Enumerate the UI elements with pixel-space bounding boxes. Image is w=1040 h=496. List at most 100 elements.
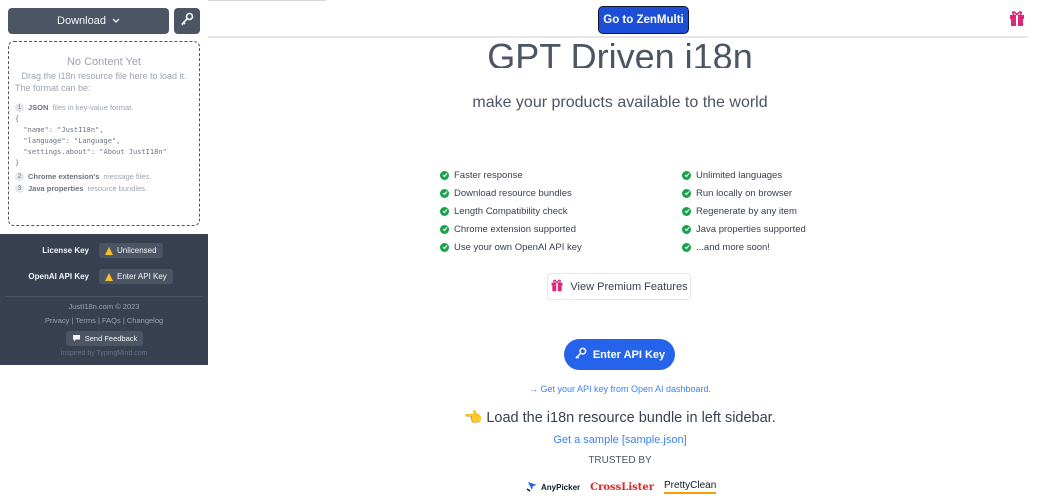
privacy-link[interactable]: Privacy xyxy=(45,316,70,325)
sidebar-settings-panel: License Key Unlicensed OpenAI API Key En… xyxy=(0,234,208,365)
top-border-line xyxy=(208,0,326,1)
copyright: JustI18n.com © 2023 xyxy=(68,302,140,311)
dropzone-title: No Content Yet xyxy=(66,56,141,68)
format-description: resource bundles. xyxy=(87,184,148,193)
enter-api-key-label: Enter API Key xyxy=(592,348,666,361)
footer-links: Privacy | Terms | FAQs | Changelog xyxy=(0,316,208,325)
prettyclean-logo[interactable]: PrettyClean xyxy=(664,480,717,494)
key-button[interactable] xyxy=(174,8,200,34)
link-separator: | xyxy=(71,316,74,325)
openai-row: OpenAI API Key Enter API Key xyxy=(0,269,208,284)
get-sample-link[interactable]: Get a sample [sample.json] xyxy=(470,434,770,446)
hero-subtitle: make your products available to the worl… xyxy=(472,94,768,111)
key-icon xyxy=(180,12,194,31)
faqs-link[interactable]: FAQs xyxy=(102,316,121,325)
anypicker-mark-icon xyxy=(526,480,538,494)
check-circle-icon xyxy=(682,206,691,216)
features-list-left: Faster response Download resource bundle… xyxy=(440,166,582,256)
feature-item: Regenerate by any item xyxy=(682,202,806,220)
send-feedback-button[interactable]: Send Feedback xyxy=(66,331,143,346)
key-icon xyxy=(574,347,587,363)
openai-key-label: OpenAI API Key xyxy=(28,272,89,281)
check-circle-icon xyxy=(440,224,449,234)
feature-item: Unlimited languages xyxy=(682,166,806,184)
premium-label: View Premium Features xyxy=(570,280,688,293)
file-dropzone[interactable]: No Content Yet Drag the i18n resource fi… xyxy=(8,41,200,226)
link-separator: | xyxy=(122,316,125,325)
features-list-right: Unlimited languages Run locally on brows… xyxy=(682,166,806,256)
json-example-code: { "name": "JustI18n", "language": "Langu… xyxy=(15,115,167,167)
check-circle-icon xyxy=(440,206,449,216)
format-description: message files. xyxy=(103,172,152,181)
gift-icon xyxy=(550,278,564,295)
gift-icon[interactable] xyxy=(1008,9,1026,32)
send-feedback-label: Send Feedback xyxy=(84,334,138,343)
anypicker-logo-text: AnyPicker xyxy=(541,482,581,492)
format-item-json: 1 JSON files in key-value format. xyxy=(15,103,193,112)
get-api-key-link[interactable]: → Get your API key from Open AI dashboar… xyxy=(470,384,770,394)
load-bundle-hint: 👈 Load the i18n resource bundle in left … xyxy=(464,410,776,426)
download-button[interactable]: Download xyxy=(8,8,169,34)
license-status-text: Unlicensed xyxy=(117,246,157,255)
check-circle-icon xyxy=(682,188,691,198)
feature-text: Java properties supported xyxy=(696,223,806,235)
format-number: 3 xyxy=(15,184,24,193)
crosslister-logo[interactable]: CrossLister xyxy=(590,482,654,493)
license-row: License Key Unlicensed xyxy=(0,243,208,258)
license-key-label: License Key xyxy=(42,246,89,255)
hero-title: GPT Driven i18n xyxy=(480,22,760,68)
sidebar-top-panel: Download No Content Yet Drag the i18n re… xyxy=(0,0,208,234)
feature-item: Use your own OpenAI API key xyxy=(440,238,582,256)
warning-icon xyxy=(105,246,113,255)
check-circle-icon xyxy=(440,170,449,180)
feature-item: Run locally on browser xyxy=(682,184,806,202)
format-item-java: 3 Java properties resource bundles. xyxy=(15,184,193,193)
feature-text: Regenerate by any item xyxy=(696,205,797,217)
check-circle-icon xyxy=(682,170,691,180)
dropzone-format-intro: The format can be: xyxy=(15,83,91,93)
hero-title-text: GPT Driven i18n xyxy=(487,36,753,68)
format-number: 1 xyxy=(15,103,24,112)
feature-item: ...and more soon! xyxy=(682,238,806,256)
dropzone-instruction: Drag the i18n resource file here to load… xyxy=(21,71,187,81)
feature-item: Length Compatibility check xyxy=(440,202,582,220)
feature-text: Faster response xyxy=(454,169,523,181)
enter-api-key-button[interactable]: Enter API Key xyxy=(564,339,675,370)
feature-text: Length Compatibility check xyxy=(454,205,568,217)
download-label: Download xyxy=(57,15,106,27)
format-name: Chrome extension's xyxy=(28,172,100,181)
format-item-chrome: 2 Chrome extension's message files. xyxy=(15,172,193,181)
link-separator: | xyxy=(97,316,100,325)
license-status-button[interactable]: Unlicensed xyxy=(99,243,163,258)
chat-bubble-icon xyxy=(72,334,81,344)
changelog-link[interactable]: Changelog xyxy=(127,316,163,325)
warning-icon xyxy=(105,272,113,281)
inspired-by-link[interactable]: Inspired by TypingMind.com xyxy=(0,350,208,357)
format-name: Java properties xyxy=(28,184,84,193)
feature-text: Use your own OpenAI API key xyxy=(454,241,582,253)
format-description: files in key-value format. xyxy=(52,103,134,112)
check-circle-icon xyxy=(682,224,691,234)
check-circle-icon xyxy=(440,188,449,198)
feature-item: Chrome extension supported xyxy=(440,220,582,238)
feature-text: Chrome extension supported xyxy=(454,223,576,235)
feature-item: Download resource bundles xyxy=(440,184,582,202)
format-number: 2 xyxy=(15,172,24,181)
feature-item: Java properties supported xyxy=(682,220,806,238)
feature-text: Unlimited languages xyxy=(696,169,783,181)
anypicker-logo[interactable]: AnyPicker xyxy=(526,480,580,494)
format-name: JSON xyxy=(28,103,49,112)
check-circle-icon xyxy=(440,242,449,252)
feature-text: Run locally on browser xyxy=(696,187,793,199)
terms-link[interactable]: Terms xyxy=(75,316,95,325)
view-premium-features-button[interactable]: View Premium Features xyxy=(547,273,691,300)
enter-api-key-text: Enter API Key xyxy=(117,272,167,281)
trusted-logos: AnyPicker CrossLister PrettyClean xyxy=(526,478,717,496)
enter-api-key-sidebar-button[interactable]: Enter API Key xyxy=(99,269,173,284)
sidebar-divider xyxy=(6,296,202,297)
feature-text: ...and more soon! xyxy=(696,241,770,253)
sidebar: Download No Content Yet Drag the i18n re… xyxy=(0,0,208,496)
feature-text: Download resource bundles xyxy=(454,187,572,199)
chevron-down-icon xyxy=(112,15,120,27)
feature-item: Faster response xyxy=(440,166,582,184)
